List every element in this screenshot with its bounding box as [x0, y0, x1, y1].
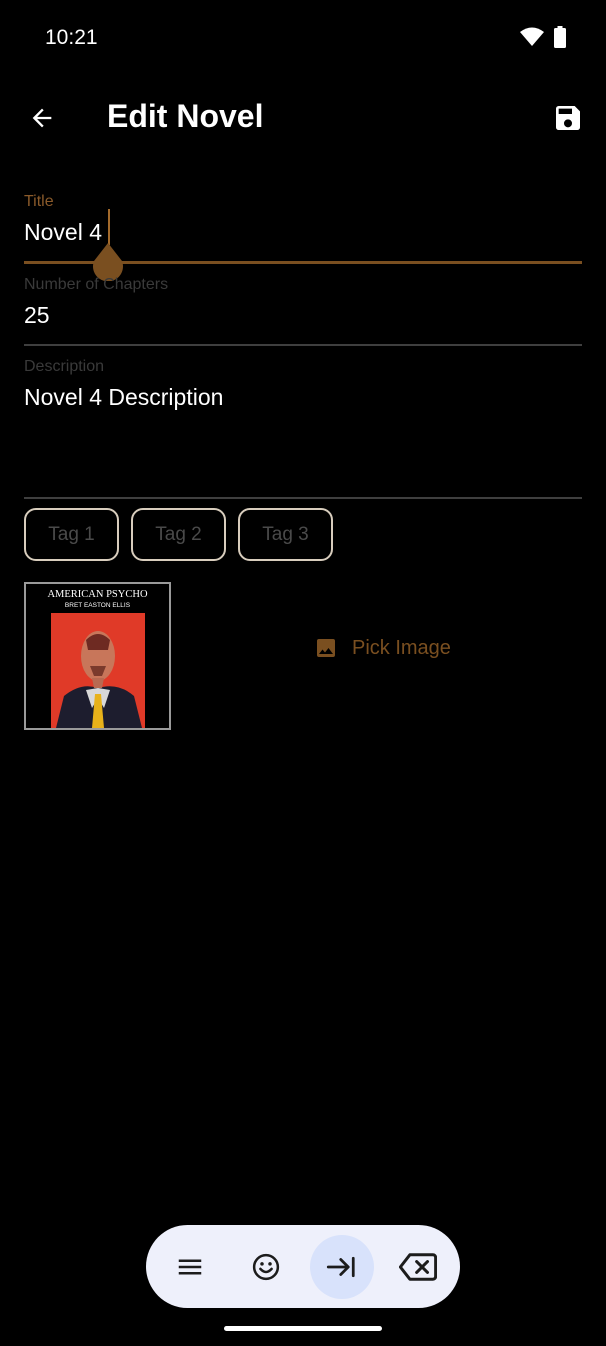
app-bar: Edit Novel [0, 80, 606, 156]
menu-button[interactable] [158, 1235, 222, 1299]
save-button[interactable] [548, 98, 588, 138]
battery-icon [554, 26, 566, 48]
menu-icon [178, 1259, 202, 1274]
image-icon [317, 639, 335, 657]
arrow-back-icon [32, 108, 52, 128]
tag-chip[interactable]: Tag 3 [238, 508, 333, 561]
cover-image: AMERICAN PSYCHO BRET EASTON ELLIS [24, 582, 171, 730]
pick-image-label: Pick Image [352, 636, 451, 659]
chapters-field[interactable]: Number of Chapters 25 [24, 276, 582, 348]
tab-button[interactable] [310, 1234, 374, 1299]
title-underline [24, 261, 582, 264]
pick-image-button[interactable]: Pick Image [314, 636, 451, 660]
back-button[interactable] [22, 98, 62, 138]
status-icons [520, 26, 566, 48]
status-time: 10:21 [45, 26, 98, 49]
keyboard-toolbar [146, 1225, 460, 1308]
description-field[interactable]: Description Novel 4 Description [24, 358, 582, 501]
tab-icon [326, 1256, 355, 1277]
chapters-underline [24, 344, 582, 346]
emoji-icon [252, 1253, 280, 1280]
emoji-button[interactable] [234, 1235, 298, 1299]
title-field[interactable]: Title Novel 4 [24, 193, 582, 281]
description-input[interactable]: Novel 4 Description [24, 384, 582, 411]
chapters-label: Number of Chapters [24, 276, 169, 293]
chapters-input[interactable]: 25 [24, 302, 582, 329]
cover-art: AMERICAN PSYCHO BRET EASTON ELLIS [26, 584, 169, 728]
backspace-button[interactable] [386, 1235, 450, 1299]
tag-chip[interactable]: Tag 2 [131, 508, 226, 561]
tag-chip[interactable]: Tag 1 [24, 508, 119, 561]
description-label: Description [24, 358, 105, 375]
save-icon [556, 106, 580, 130]
backspace-icon [399, 1252, 437, 1281]
cover-author: BRET EASTON ELLIS [65, 602, 131, 609]
status-bar: 10:21 [0, 0, 606, 76]
text-caret [108, 209, 110, 245]
description-underline [24, 497, 582, 499]
tag-list: Tag 1 Tag 2 Tag 3 [24, 508, 333, 561]
cover-title: AMERICAN PSYCHO [47, 589, 147, 600]
page-title: Edit Novel [107, 98, 264, 134]
wifi-icon [520, 27, 544, 46]
home-indicator[interactable] [224, 1326, 382, 1331]
